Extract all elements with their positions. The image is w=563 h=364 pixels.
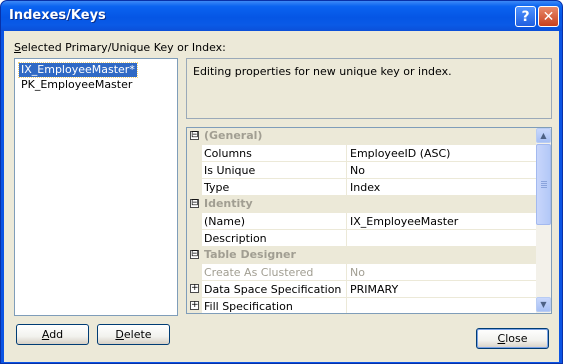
grid-property-row[interactable]: Create As Clustered No bbox=[187, 264, 536, 281]
property-name: Type bbox=[204, 181, 230, 194]
grid-gutter bbox=[187, 162, 202, 179]
grid-category-row[interactable]: ⊟ (General) bbox=[187, 128, 536, 145]
grid-gutter bbox=[187, 145, 202, 162]
keys-list-label-text: elected Primary/Unique Key or Index: bbox=[20, 41, 226, 54]
grid-property-row[interactable]: + Data Space Specification PRIMARY bbox=[187, 281, 536, 298]
vertical-scrollbar[interactable]: ▲ ▼ bbox=[536, 128, 551, 313]
description-text: Editing properties for new unique key or… bbox=[193, 65, 452, 78]
keys-list-label-mnemonic: S bbox=[14, 41, 21, 54]
expand-icon[interactable]: + bbox=[190, 301, 199, 310]
grip-line bbox=[541, 183, 547, 184]
category-label: Identity bbox=[204, 197, 253, 210]
dialog-client-area: Selected Primary/Unique Key or Index: IX… bbox=[4, 31, 559, 362]
category-label: (General) bbox=[204, 129, 263, 142]
property-grid[interactable]: ▲ ▼ ⊟ (General) Columns EmployeeID (ASC) Is … bbox=[186, 127, 552, 314]
grid-property-row[interactable]: Description bbox=[187, 230, 536, 247]
expand-icon[interactable]: + bbox=[190, 284, 199, 293]
property-name: Data Space Specification bbox=[204, 283, 342, 296]
dialog-title: Indexes/Keys bbox=[9, 8, 106, 23]
collapse-icon[interactable]: ⊟ bbox=[190, 250, 199, 259]
grid-category-row[interactable]: ⊟ Table Designer bbox=[187, 247, 536, 264]
collapse-icon[interactable]: ⊟ bbox=[190, 199, 199, 208]
scroll-thumb[interactable] bbox=[536, 144, 551, 225]
list-item[interactable]: PK_EmployeeMaster bbox=[19, 78, 134, 92]
property-value[interactable]: PRIMARY bbox=[346, 281, 536, 297]
grid-property-row[interactable]: Columns EmployeeID (ASC) bbox=[187, 145, 536, 162]
delete-button[interactable]: Delete bbox=[97, 324, 170, 345]
delete-button-mnemonic: D bbox=[115, 328, 124, 341]
close-button[interactable]: Close bbox=[476, 328, 549, 349]
property-name: Columns bbox=[204, 147, 252, 160]
grid-property-row[interactable]: Type Index bbox=[187, 179, 536, 196]
property-value[interactable]: Index bbox=[346, 179, 536, 195]
close-icon[interactable]: ✕ bbox=[538, 6, 559, 27]
help-button[interactable]: ? bbox=[515, 6, 536, 27]
indexes-keys-dialog: Indexes/Keys ? ✕ Selected Primary/Unique… bbox=[0, 0, 563, 364]
list-item[interactable]: IX_EmployeeMaster* bbox=[18, 62, 138, 78]
scroll-up-arrow-icon[interactable]: ▲ bbox=[536, 128, 551, 143]
keys-list[interactable]: IX_EmployeeMaster* PK_EmployeeMaster bbox=[14, 58, 178, 316]
property-value[interactable] bbox=[346, 298, 536, 313]
collapse-icon[interactable]: ⊟ bbox=[190, 131, 199, 140]
property-value[interactable] bbox=[346, 230, 536, 246]
grip-line bbox=[541, 185, 547, 186]
title-bar[interactable]: Indexes/Keys ? ✕ bbox=[1, 1, 562, 31]
category-label: Table Designer bbox=[204, 248, 296, 261]
close-button-label: lose bbox=[505, 332, 528, 345]
scroll-down-arrow-icon[interactable]: ▼ bbox=[536, 297, 551, 312]
delete-button-label: elete bbox=[123, 328, 152, 341]
property-value[interactable]: No bbox=[346, 264, 536, 280]
add-button[interactable]: Add bbox=[16, 324, 89, 345]
grip-line bbox=[541, 181, 547, 182]
grid-gutter bbox=[187, 179, 202, 196]
grid-gutter bbox=[187, 230, 202, 247]
description-panel: Editing properties for new unique key or… bbox=[186, 58, 552, 119]
grip-line bbox=[541, 187, 547, 188]
property-name: Is Unique bbox=[204, 164, 256, 177]
add-button-label: dd bbox=[49, 328, 64, 341]
grid-gutter bbox=[187, 213, 202, 230]
grid-property-row[interactable]: (Name) IX_EmployeeMaster bbox=[187, 213, 536, 230]
property-name: Description bbox=[204, 232, 267, 245]
grid-property-row[interactable]: Is Unique No bbox=[187, 162, 536, 179]
property-name: Create As Clustered bbox=[204, 266, 314, 279]
keys-list-label: Selected Primary/Unique Key or Index: bbox=[14, 41, 226, 54]
grid-gutter bbox=[187, 264, 202, 281]
grid-category-row[interactable]: ⊟ Identity bbox=[187, 196, 536, 213]
property-value[interactable]: No bbox=[346, 162, 536, 178]
property-name: Fill Specification bbox=[204, 300, 293, 313]
property-name: (Name) bbox=[204, 215, 246, 228]
property-value[interactable]: EmployeeID (ASC) bbox=[346, 145, 536, 161]
grid-property-row[interactable]: + Fill Specification bbox=[187, 298, 536, 313]
property-value[interactable]: IX_EmployeeMaster bbox=[346, 213, 536, 229]
